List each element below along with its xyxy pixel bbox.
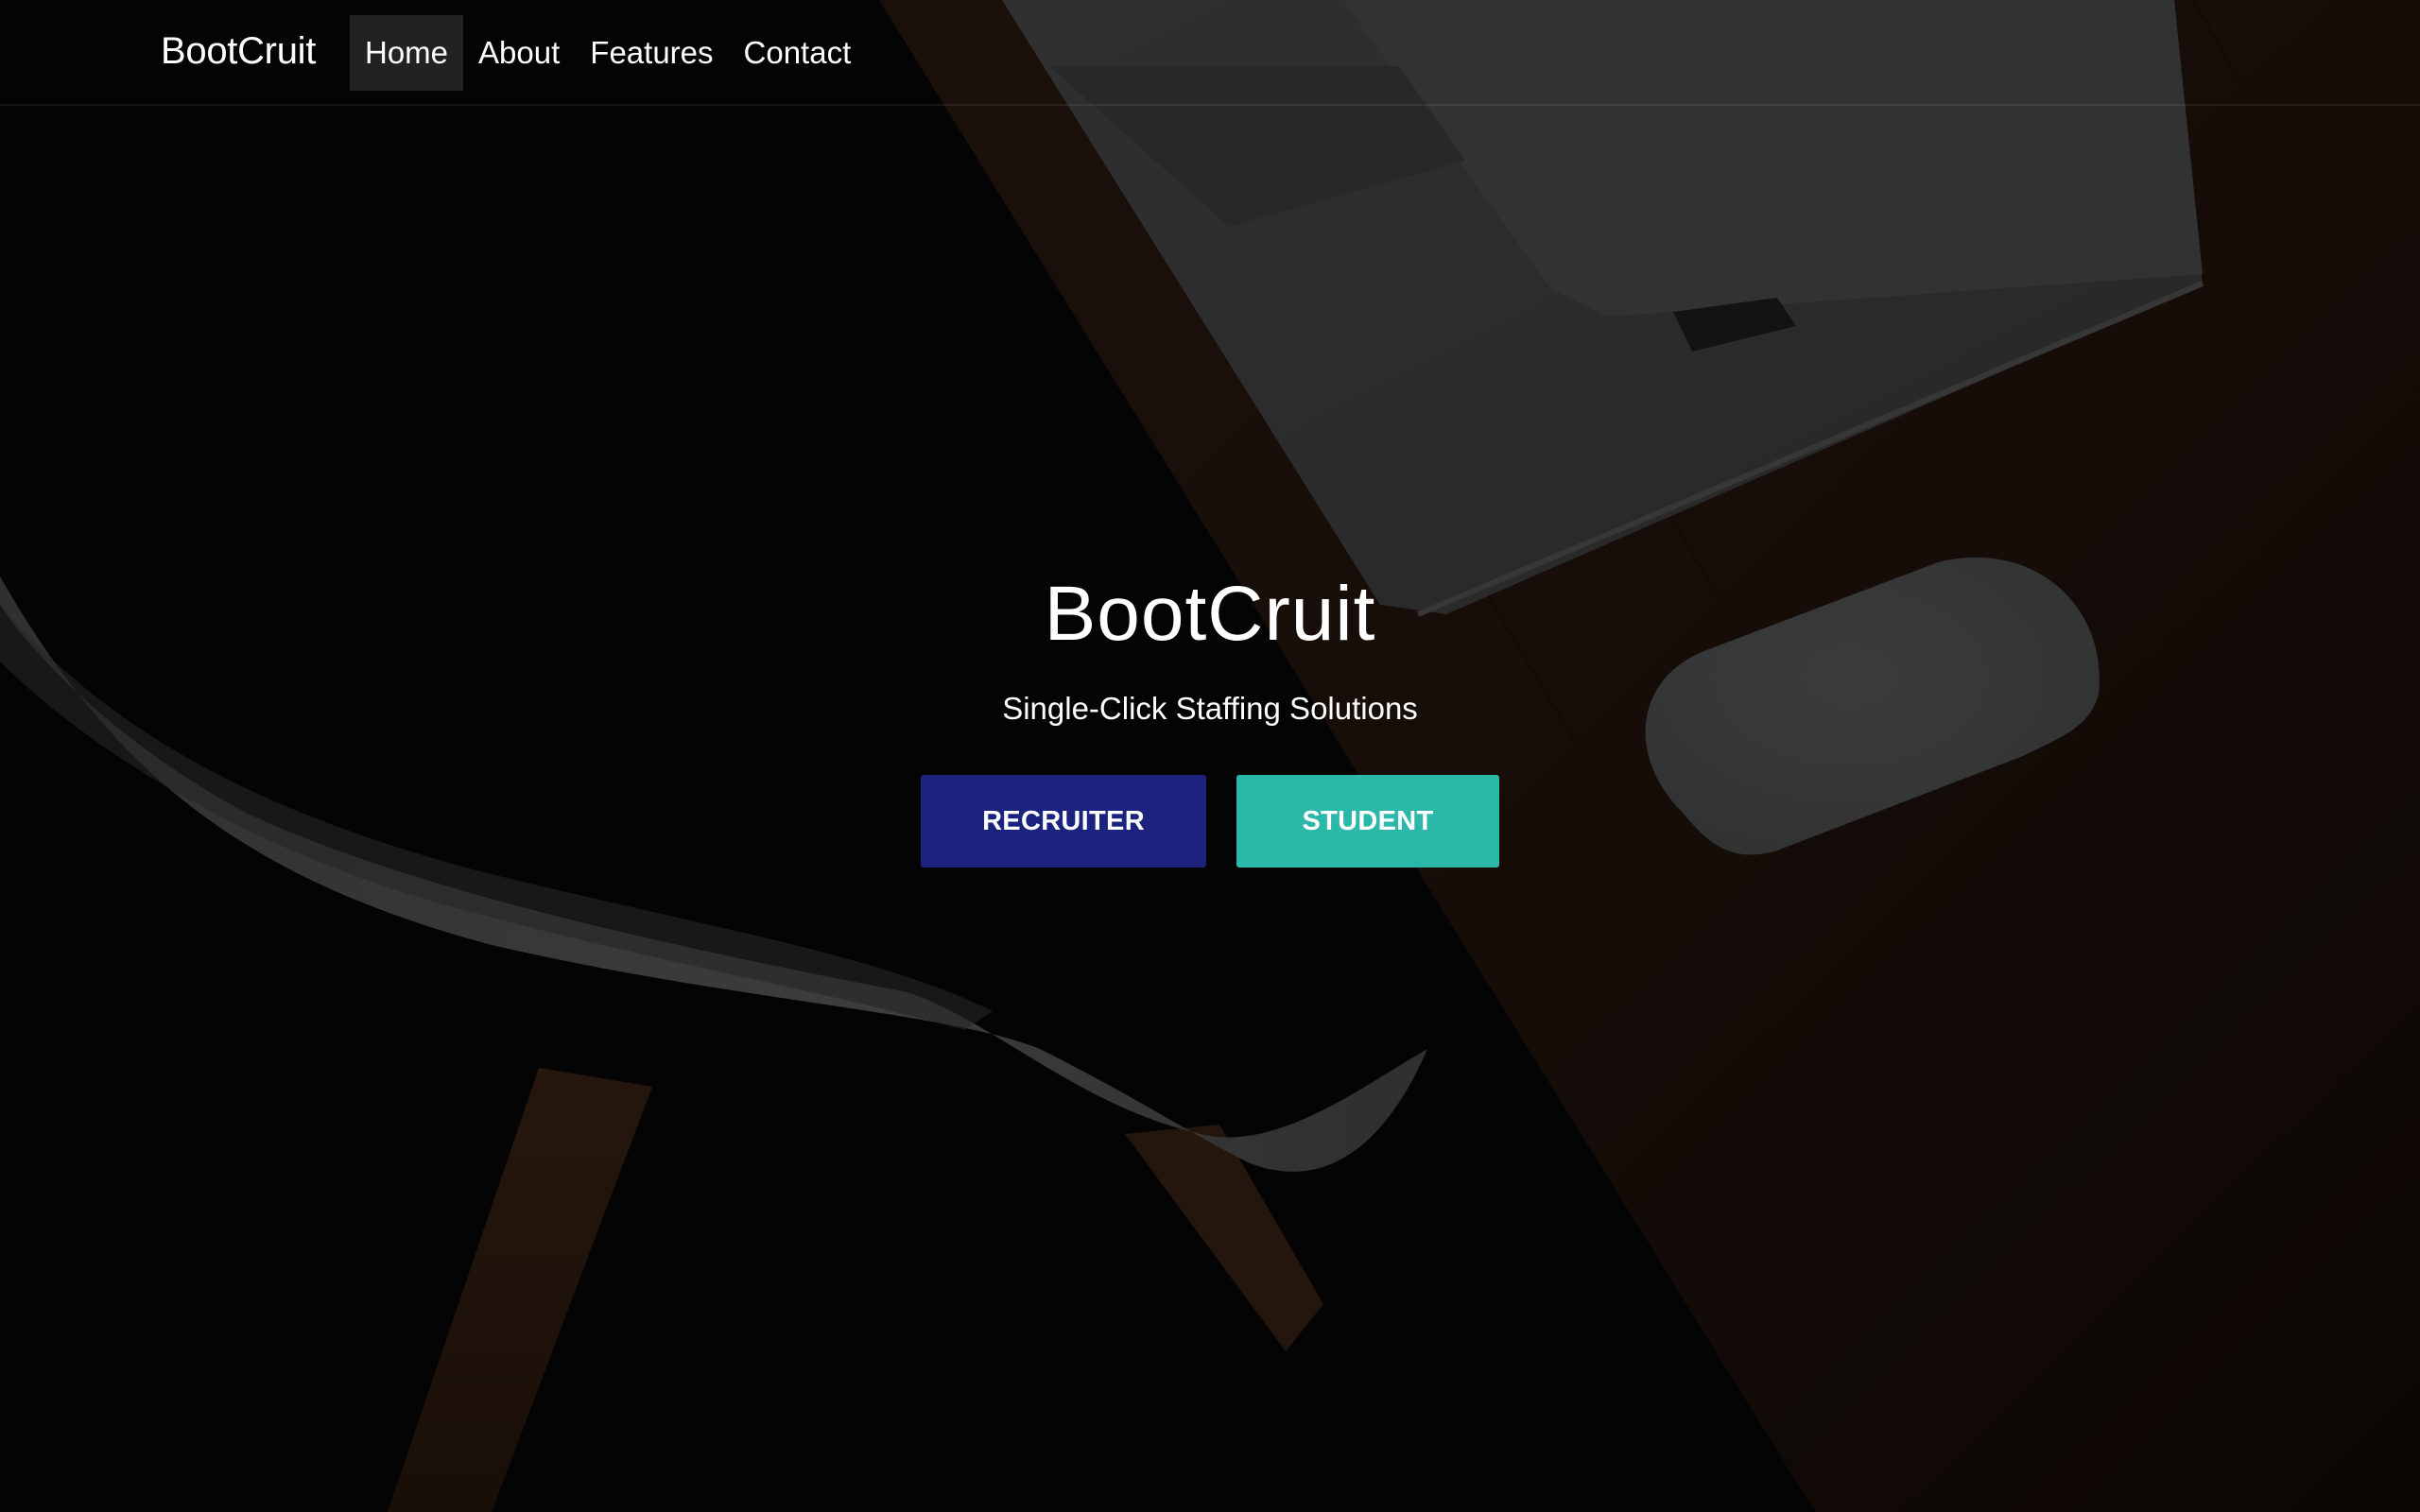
background-photo [0, 0, 2420, 1512]
hero-tagline: Single-Click Staffing Solutions [1002, 691, 1418, 726]
nav-item-home[interactable]: Home [350, 15, 464, 91]
recruiter-button[interactable]: RECRUITER [921, 775, 1206, 868]
hero-section: BootCruit Home About Features Contact Bo… [0, 0, 2420, 1512]
top-navbar: BootCruit Home About Features Contact [0, 0, 2420, 106]
nav-links: Home About Features Contact [350, 15, 866, 91]
brand-logo[interactable]: BootCruit [161, 26, 316, 76]
nav-item-about[interactable]: About [463, 15, 575, 91]
nav-item-features[interactable]: Features [575, 15, 728, 91]
student-button[interactable]: STUDENT [1236, 775, 1499, 868]
nav-item-contact[interactable]: Contact [729, 15, 867, 91]
hero-title: BootCruit [1044, 571, 1376, 657]
